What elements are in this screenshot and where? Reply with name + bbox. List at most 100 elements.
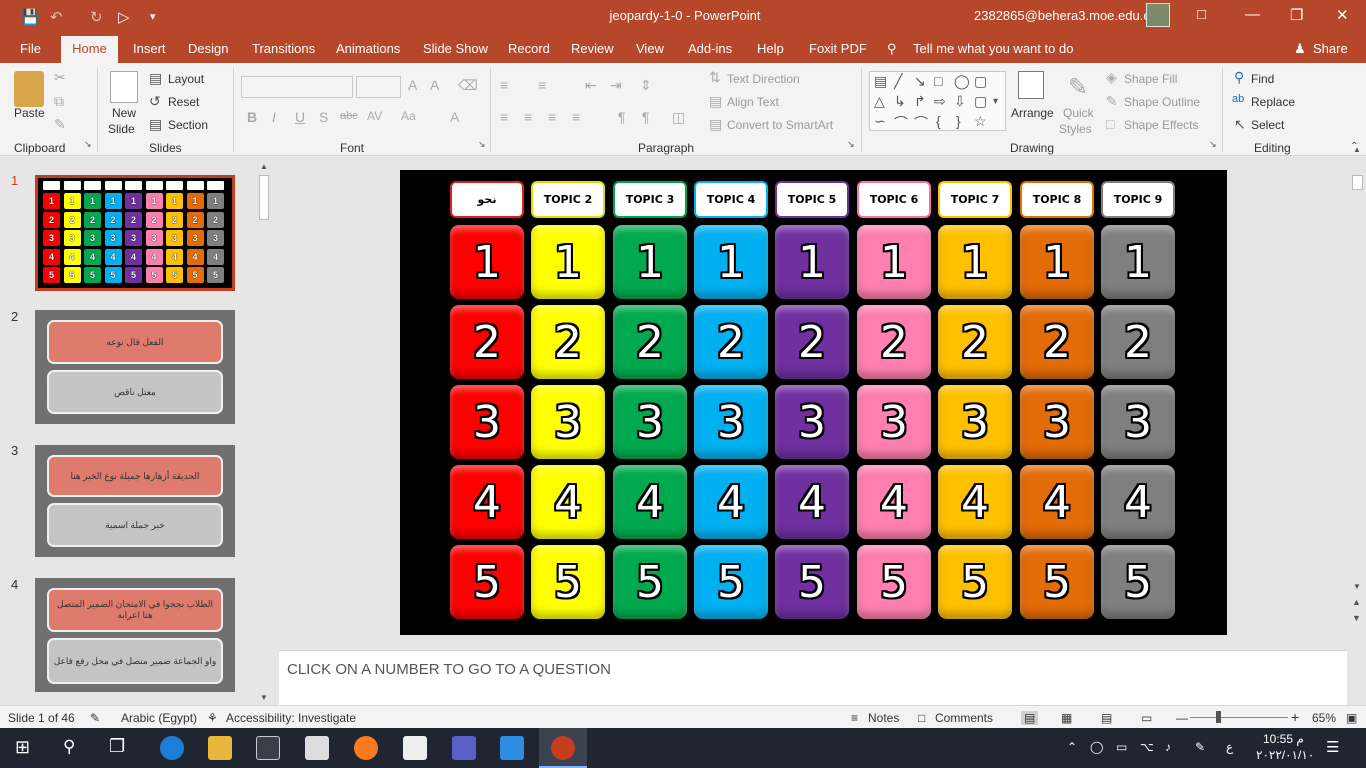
account-name[interactable]: 2382865@behera3.moe.edu.eg [974, 8, 1158, 23]
question-tile[interactable]: 5 [694, 545, 768, 619]
shape-freeform-icon[interactable]: ∽ [874, 113, 886, 130]
shape-callout-icon[interactable]: ▢ [974, 93, 987, 110]
format-painter-icon[interactable]: ✎ [54, 116, 66, 133]
align-center-icon[interactable]: ≡ [524, 109, 532, 125]
scroll-down-icon[interactable]: ▼ [260, 693, 268, 702]
strikethrough-button[interactable]: abc [340, 110, 358, 122]
shape-outline-button[interactable]: Shape Outline [1124, 95, 1200, 109]
tab-transitions[interactable]: Transitions [252, 41, 315, 56]
customize-qat-icon[interactable]: ▾ [150, 10, 156, 23]
drawing-launcher-icon[interactable]: ↘ [1209, 139, 1217, 150]
change-case-button[interactable]: Aa [401, 109, 416, 123]
category-header[interactable]: TOPIC 3 [613, 181, 687, 218]
battery-icon[interactable]: ▭ [1116, 740, 1127, 754]
align-text-button[interactable]: Align Text [727, 95, 779, 109]
clock-time[interactable]: 10:55 م [1263, 732, 1304, 746]
question-tile[interactable]: 5 [775, 545, 849, 619]
zoom-level[interactable]: 65% [1312, 711, 1336, 725]
close-icon[interactable]: ✕ [1336, 6, 1349, 24]
shape-elbow-icon[interactable]: ↱ [914, 93, 926, 110]
category-header[interactable]: TOPIC 6 [857, 181, 931, 218]
section-button[interactable]: Section [168, 118, 208, 132]
pen-icon[interactable]: ✎ [1195, 740, 1205, 754]
decrease-font-icon[interactable]: A [430, 77, 439, 93]
scroll-thumb[interactable] [259, 175, 269, 220]
present-icon[interactable]: ▷ [118, 8, 130, 26]
spelling-icon[interactable]: ✎ [90, 711, 100, 725]
slide-thumbnail-2[interactable]: الفعل قال نوعه معتل ناقص [35, 310, 235, 424]
firefox-icon[interactable] [354, 736, 378, 760]
zoom-slider-handle[interactable] [1216, 711, 1221, 723]
justify-icon[interactable]: ≡ [572, 109, 580, 125]
category-header[interactable]: TOPIC 8 [1020, 181, 1094, 218]
question-tile[interactable]: 1 [1101, 225, 1175, 299]
notifications-icon[interactable]: ☰ [1326, 738, 1339, 756]
volume-icon[interactable]: ♪ [1165, 740, 1171, 754]
question-tile[interactable]: 2 [450, 305, 524, 379]
question-tile[interactable]: 2 [1020, 305, 1094, 379]
question-tile[interactable]: 5 [938, 545, 1012, 619]
slideshow-view-icon[interactable]: ▭ [1141, 711, 1152, 725]
tab-home[interactable]: Home [61, 36, 118, 63]
accessibility-button[interactable]: Accessibility: Investigate [226, 711, 356, 725]
notes-pane[interactable]: CLICK ON A NUMBER TO GO TO A QUESTION [279, 650, 1347, 705]
language-indicator[interactable]: Arabic (Egypt) [121, 711, 197, 725]
tab-view[interactable]: View [636, 41, 664, 56]
question-tile[interactable]: 1 [450, 225, 524, 299]
question-tile[interactable]: 2 [1101, 305, 1175, 379]
tell-me-search[interactable]: Tell me what you want to do [913, 41, 1073, 56]
clear-format-icon[interactable]: ⌫ [458, 77, 478, 94]
replace-button[interactable]: Replace [1251, 95, 1295, 109]
redo-icon[interactable]: ↻ [90, 8, 103, 26]
clock-date[interactable]: ٢٠٢٢/٠١/١٠ [1256, 748, 1314, 762]
font-name-box[interactable] [241, 76, 353, 98]
shape-rectangle-icon[interactable]: □ [934, 73, 942, 89]
minimize-icon[interactable]: — [1245, 6, 1260, 23]
tab-foxit-pdf[interactable]: Foxit PDF [809, 41, 867, 56]
category-header[interactable]: TOPIC 9 [1101, 181, 1175, 218]
question-tile[interactable]: 5 [531, 545, 605, 619]
tab-slide-show[interactable]: Slide Show [423, 41, 488, 56]
bold-button[interactable]: B [247, 109, 257, 125]
category-header[interactable]: نحو [450, 181, 524, 218]
question-tile[interactable]: 1 [613, 225, 687, 299]
new-slide-label-1[interactable]: New [112, 106, 136, 120]
shapes-gallery[interactable]: ▤ ╱ ↘ □ ◯ ▢ △ ↳ ↱ ⇨ ⇩ ▢ ∽ ⌒ ⌒ { } ☆ ▾ [869, 71, 1006, 131]
numbering-icon[interactable]: ≡ [538, 77, 546, 93]
shape-triangle-icon[interactable]: △ [874, 93, 885, 110]
undo-icon[interactable]: ↶ [50, 8, 63, 26]
question-tile[interactable]: 2 [938, 305, 1012, 379]
clipboard-launcher-icon[interactable]: ↘ [84, 139, 92, 150]
question-tile[interactable]: 2 [857, 305, 931, 379]
cut-icon[interactable]: ✂ [54, 69, 66, 86]
convert-smartart-button[interactable]: Convert to SmartArt [727, 118, 833, 132]
whiteboard-icon[interactable] [500, 736, 524, 760]
photos-icon[interactable] [403, 736, 427, 760]
text-direction-button[interactable]: Text Direction [727, 72, 800, 86]
decrease-indent-icon[interactable]: ⇤ [585, 77, 597, 94]
shape-left-brace-icon[interactable]: { [936, 113, 941, 129]
select-button[interactable]: Select [1251, 118, 1284, 132]
question-tile[interactable]: 3 [1101, 385, 1175, 459]
slide-thumbnail-3[interactable]: الحديقة أزهارها جميلة نوع الخبر هنا خبر … [35, 445, 235, 557]
rtl-icon[interactable]: ¶ [618, 109, 626, 125]
question-tile[interactable]: 2 [775, 305, 849, 379]
shape-arrow-line-icon[interactable]: ↘ [914, 73, 926, 90]
question-tile[interactable]: 3 [450, 385, 524, 459]
tab-file[interactable]: File [20, 41, 41, 56]
underline-button[interactable]: U [295, 109, 305, 125]
question-tile[interactable]: 5 [1101, 545, 1175, 619]
slide-canvas[interactable]: نحو TOPIC 2 TOPIC 3 TOPIC 4 TOPIC 5 TOPIC 6 TO… [400, 170, 1227, 635]
category-header[interactable]: TOPIC 4 [694, 181, 768, 218]
mail-icon[interactable] [305, 736, 329, 760]
font-launcher-icon[interactable]: ↘ [478, 139, 486, 150]
thumbnail-scrollbar[interactable]: ▲ ▼ [257, 160, 271, 705]
shape-line-icon[interactable]: ╱ [894, 73, 902, 90]
reading-view-icon[interactable]: ▤ [1101, 711, 1112, 725]
question-tile[interactable]: 1 [938, 225, 1012, 299]
question-tile[interactable]: 4 [1101, 465, 1175, 539]
search-icon[interactable]: ⚲ [63, 737, 75, 757]
question-tile[interactable]: 4 [450, 465, 524, 539]
share-button[interactable]: Share [1313, 41, 1348, 56]
shape-right-arrow-icon[interactable]: ⇨ [934, 93, 946, 110]
